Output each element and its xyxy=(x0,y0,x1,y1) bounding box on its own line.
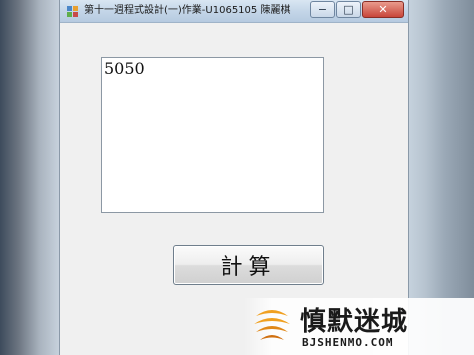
maximize-button[interactable]: □ xyxy=(336,1,361,18)
minimize-icon: − xyxy=(317,3,328,16)
close-button[interactable]: ✕ xyxy=(362,1,404,18)
watermark-title: 慎默迷城 xyxy=(300,307,409,337)
watermark-url: BJSHENMO.COM xyxy=(302,336,394,349)
window-controls: − □ ✕ xyxy=(310,1,404,19)
close-icon: ✕ xyxy=(378,3,388,16)
window-title: 第十一週程式設計(一)作業-U1065105 陳麗棋 xyxy=(84,5,291,16)
title-bar[interactable]: 第十一週程式設計(一)作業-U1065105 陳麗棋 − □ ✕ xyxy=(60,0,408,23)
watermark: 慎默迷城 BJSHENMO.COM xyxy=(244,298,474,355)
brand-logo-icon xyxy=(254,310,290,340)
output-textbox[interactable]: 5050 xyxy=(101,57,324,213)
app-icon[interactable] xyxy=(66,4,80,18)
calculate-button[interactable]: 計算 xyxy=(173,245,324,285)
output-value: 5050 xyxy=(104,59,145,78)
calculate-button-label: 計算 xyxy=(220,255,277,280)
maximize-icon: □ xyxy=(343,3,354,16)
minimize-button[interactable]: − xyxy=(310,1,335,18)
